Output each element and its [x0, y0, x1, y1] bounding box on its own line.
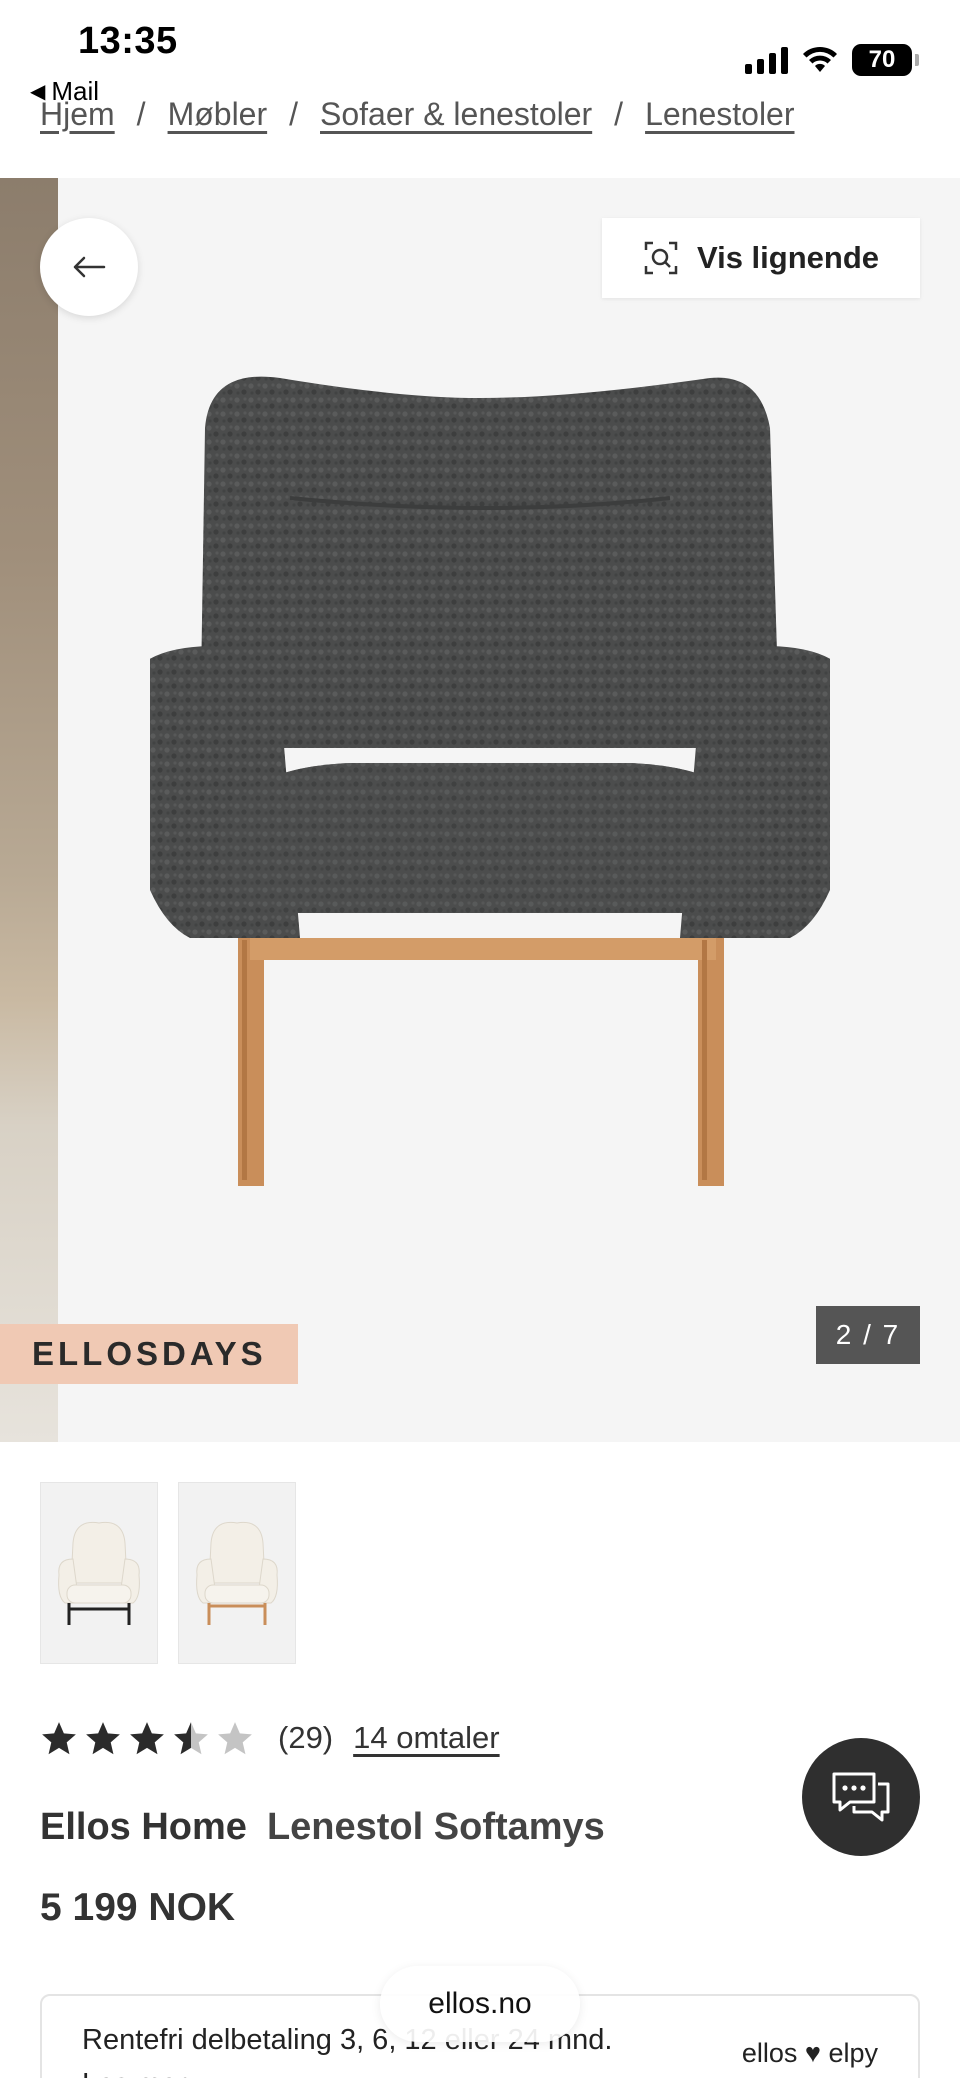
- thumbnail-image: [58, 1521, 140, 1625]
- browser-url-bar[interactable]: ellos.no: [380, 1966, 580, 2042]
- promo-badge: ELLOSDAYS: [0, 1324, 298, 1384]
- breadcrumb-item-lenestoler[interactable]: Lenestoler: [645, 96, 794, 133]
- chat-bubbles-icon: [832, 1772, 890, 1822]
- star-icon: [86, 1722, 120, 1755]
- product-image-armchair: [150, 376, 830, 1186]
- breadcrumb-separator: /: [136, 96, 146, 132]
- star-icon: [174, 1722, 208, 1755]
- product-rating: (29) 14 omtaler: [40, 1720, 500, 1756]
- show-similar-label: Vis lignende: [696, 240, 880, 275]
- breadcrumb-separator: /: [614, 96, 624, 132]
- breadcrumb-separator: /: [289, 96, 299, 132]
- thumbnail-white-chair-wood-legs[interactable]: [178, 1482, 296, 1664]
- financing-partner-logo: ellos ♥ elpy: [741, 2038, 878, 2068]
- breadcrumb: Hjem / Møbler / Sofaer & lenestoler / Le…: [40, 96, 795, 133]
- star-icon: [42, 1722, 76, 1755]
- product-image-gallery[interactable]: Vis lignende ELLOSDAYS 2 / 7: [0, 178, 960, 1442]
- product-name: Lenestol Softamys: [266, 1806, 605, 1848]
- breadcrumb-item-sofaer[interactable]: Sofaer & lenestoler: [320, 96, 592, 133]
- breadcrumb-item-hjem[interactable]: Hjem: [40, 96, 115, 133]
- thumbnail-image: [196, 1521, 278, 1625]
- show-similar-button[interactable]: Vis lignende: [602, 218, 920, 298]
- previous-slide-peek[interactable]: [0, 178, 58, 1442]
- reviews-link[interactable]: 14 omtaler: [353, 1720, 499, 1756]
- financing-read-more-link[interactable]: Les mer: [82, 2068, 187, 2078]
- star-icon: [130, 1722, 164, 1755]
- status-time: 13:35: [78, 20, 178, 62]
- image-counter: 2 / 7: [816, 1306, 920, 1364]
- chat-button[interactable]: [802, 1738, 920, 1856]
- breadcrumb-item-mobler[interactable]: Møbler: [168, 96, 268, 133]
- wifi-icon: [803, 46, 837, 72]
- product-price: 5 199 NOK: [40, 1886, 236, 1929]
- battery-icon: 70: [852, 44, 919, 76]
- product-title: Ellos Home Lenestol Softamys: [40, 1806, 605, 1849]
- status-bar: 13:35 ◀ Mail 70: [0, 0, 960, 110]
- star-icon: [218, 1722, 252, 1755]
- rating-count: (29): [278, 1720, 334, 1755]
- cellular-signal-icon: [745, 46, 788, 74]
- arrow-left-icon: [73, 256, 106, 278]
- visual-search-icon: [644, 241, 678, 275]
- thumbnail-white-chair-black-legs[interactable]: [40, 1482, 158, 1664]
- product-brand[interactable]: Ellos Home: [40, 1806, 247, 1848]
- status-icons: 70: [745, 44, 919, 76]
- rating-stars: [40, 1720, 254, 1756]
- thumbnail-strip: [40, 1482, 296, 1664]
- back-button[interactable]: [40, 218, 138, 316]
